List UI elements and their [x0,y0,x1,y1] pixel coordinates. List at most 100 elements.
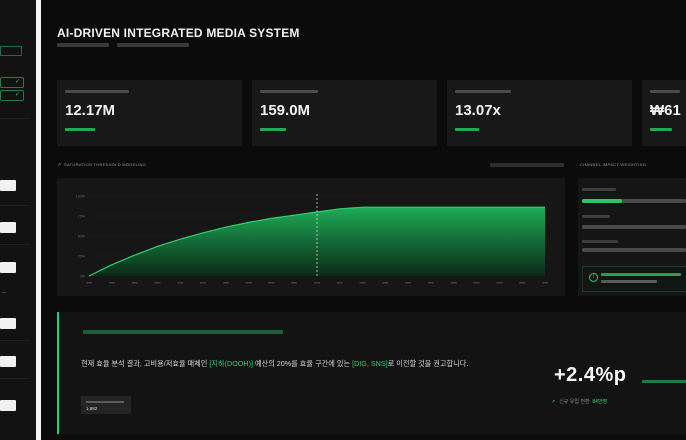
kpi-card-3[interactable]: 13.07x [447,80,632,146]
kpi-card-1[interactable]: 12.17M [57,80,242,146]
insight-text-part: 예산의 20%를 효율 구간에 있는 [252,359,353,368]
x-tick-label [222,282,229,284]
y-tick-label: 50% [78,235,86,239]
channel-bar-fill [582,199,622,203]
x-tick-label [314,282,320,284]
x-tick-label [336,282,343,284]
page-title: AI-DRIVEN INTEGRATED MEDIA SYSTEM [57,26,300,40]
channel-bar-fill [582,225,686,229]
sidebar: ✓ ✓ [0,0,36,440]
uplift-detail-value: 84만명 [592,399,608,405]
sidebar-filter-chip-1[interactable]: ✓ [0,77,24,88]
ai-insight-panel: 현재 효율 분석 결과, 고비용/저효율 매체인 [지하(DOOH)] 예산의 … [57,312,686,434]
sidebar-slot-6[interactable] [0,400,16,411]
sidebar-divider [0,118,30,119]
channel-impact-panel: i [578,178,686,296]
x-tick-label [291,282,298,284]
x-tick-label [405,282,412,284]
channel-bar-3 [582,248,686,252]
saturation-area [89,207,545,276]
x-tick-label [519,282,526,284]
chart-section-meta [490,163,564,167]
x-tick-label [86,282,92,284]
channel-label-1 [582,188,616,191]
insight-badge[interactable]: 1,882 [81,396,131,414]
x-tick-label [496,282,503,284]
kpi-label [65,90,129,93]
insight-highlight-channels: [DIG, SNS] [352,359,388,368]
channel-bar-fill [582,248,686,252]
sidebar-filter-chip-2[interactable]: ✓ [0,90,24,101]
x-tick-label [245,282,252,284]
kpi-card-4[interactable]: ₩61 [642,80,686,146]
x-tick-label [200,282,206,284]
uplift-value: +2.4%p [554,364,627,386]
x-tick-label [428,282,434,284]
uplift-detail: ↗ 신규 유입 전환 84만명 [551,398,607,405]
right-panel-header: CHANNEL IMPACT WEIGHTING [580,162,647,167]
insight-highlight-dooh: [지하(DOOH)] [209,359,253,368]
kpi-label [455,90,511,93]
trend-up-icon: ↗ [551,399,556,405]
x-tick-label [131,282,138,284]
header-subtitle-1 [57,43,109,47]
kpi-note [260,128,286,131]
x-tick-label [177,282,184,284]
kpi-label [260,90,318,93]
x-tick-label [542,282,548,284]
kpi-value: 12.17M [65,102,116,119]
kpi-note [650,128,672,131]
y-tick-label: 0% [80,275,86,279]
kpi-note [65,128,95,131]
saturation-chart-svg: 100% 75% 50% 25% 0% [76,194,548,284]
channel-bar-2 [582,225,686,229]
x-tick-label [268,282,275,284]
badge-value: 1,882 [86,406,98,411]
x-tick-label [473,282,480,284]
kpi-card-2[interactable]: 159.0M [252,80,437,146]
sidebar-divider [0,378,30,379]
insight-text: 현재 효율 분석 결과, 고비용/저효율 매체인 [지하(DOOH)] 예산의 … [81,357,521,371]
badge-label [86,401,124,403]
saturation-chart[interactable]: 100% 75% 50% 25% 0% [57,178,565,296]
trend-icon: ↗ [57,162,62,168]
kpi-value: 159.0M [260,102,311,119]
channel-bar-1 [582,199,686,203]
uplift-tag [642,380,686,383]
insight-text-part: 로 이전할 것을 권고합니다. [387,359,469,368]
sidebar-scrollbar[interactable] [36,0,41,440]
check-icon: ✓ [14,79,20,85]
kpi-label [650,90,680,93]
sidebar-slot-2[interactable] [0,222,16,233]
kpi-value: ₩61 [650,102,681,119]
sidebar-divider [0,340,30,341]
sidebar-tag[interactable] [0,46,22,56]
sidebar-mark [2,292,6,293]
x-tick-label [450,282,457,284]
x-tick-label [359,282,366,284]
chart-section-title: SATURATION THRESHOLD MODELING [64,162,147,167]
header-subtitle-2 [117,43,189,47]
sidebar-slot-3[interactable] [0,262,16,273]
chart-section-header: ↗ SATURATION THRESHOLD MODELING [57,162,147,168]
uplift-detail-label: 신규 유입 전환 [559,399,590,405]
info-icon: i [589,273,598,282]
insight-header [83,330,283,334]
y-tick-label: 75% [78,215,86,219]
alert-line-2 [601,280,657,283]
channel-label-3 [582,240,618,243]
x-tick-label [382,282,389,284]
sidebar-divider [0,205,30,206]
channel-label-2 [582,215,610,218]
y-tick-label: 25% [78,255,86,259]
x-tick-label [108,282,115,284]
insight-text-part: 현재 효율 분석 결과, 고비용/저효율 매체인 [81,359,210,368]
y-tick-label: 100% [76,195,86,199]
channel-alert: i [582,266,686,292]
sidebar-slot-5[interactable] [0,356,16,367]
check-icon: ✓ [14,92,20,98]
x-tick-label [154,282,161,284]
sidebar-divider [0,244,30,245]
sidebar-slot-1[interactable] [0,180,16,191]
sidebar-slot-4[interactable] [0,318,16,329]
